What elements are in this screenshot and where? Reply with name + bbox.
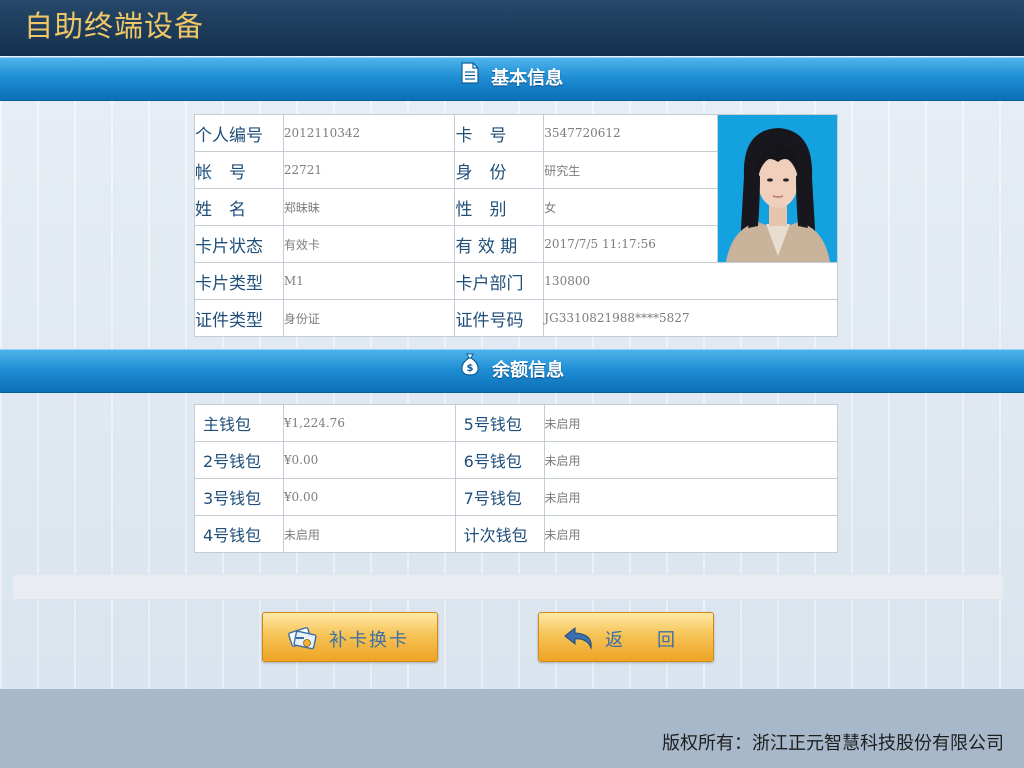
wallet6-label: 6号钱包 [454, 441, 545, 479]
wallet4-value: 未启用 [282, 515, 456, 553]
card-status-label: 卡片状态 [194, 225, 284, 263]
card-swap-icon [287, 624, 317, 657]
table-row: 主钱包 ¥1,224.76 5号钱包 未启用 [194, 404, 839, 442]
wallet5-value: 未启用 [543, 404, 839, 442]
table-row: 3号钱包 ¥0.00 7号钱包 未启用 [194, 478, 839, 516]
id-type-value: 身份证 [282, 299, 456, 337]
gender-value: 女 [543, 188, 718, 226]
gender-label: 性 别 [454, 188, 545, 226]
account-label: 帐 号 [194, 151, 284, 189]
wallet3-label: 3号钱包 [194, 478, 284, 516]
balance-info-header: $ 余额信息 [0, 349, 1024, 393]
main-wallet-value: ¥1,224.76 [282, 404, 456, 442]
card-no-value: 3547720612 [543, 114, 718, 152]
card-no-label: 卡 号 [454, 114, 545, 152]
return-arrow-icon [563, 624, 597, 657]
name-value: 郑昧昧 [282, 188, 456, 226]
personal-no-label: 个人编号 [194, 114, 284, 152]
personal-no-value: 2012110342 [282, 114, 456, 152]
footer: 版权所有：浙江正元智慧科技股份有限公司 [0, 689, 1024, 768]
table-row: 2号钱包 ¥0.00 6号钱包 未启用 [194, 441, 839, 479]
wallet2-label: 2号钱包 [194, 441, 284, 479]
avatar [717, 115, 836, 262]
table-row: 证件类型 身份证 证件号码 JG3310821988****5827 [194, 299, 838, 337]
basic-info-title: 基本信息 [491, 68, 564, 89]
count-wallet-value: 未启用 [543, 515, 839, 553]
document-icon [461, 58, 479, 100]
balance-info-table: 主钱包 ¥1,224.76 5号钱包 未启用 2号钱包 ¥0.00 6号钱包 未… [194, 404, 839, 553]
card-type-label: 卡片类型 [194, 262, 284, 300]
svg-text:$: $ [466, 363, 473, 374]
valid-until-label: 有 效 期 [454, 225, 545, 263]
id-number-label: 证件号码 [454, 299, 545, 337]
top-bar: 自助终端设备 [0, 0, 1024, 56]
copyright-text: 版权所有：浙江正元智慧科技股份有限公司 [662, 733, 1004, 754]
name-label: 姓 名 [194, 188, 284, 226]
wallet2-value: ¥0.00 [282, 441, 456, 479]
wallet5-label: 5号钱包 [454, 404, 545, 442]
id-number-value: JG3310821988****5827 [543, 299, 838, 337]
department-value: 130800 [543, 262, 838, 300]
return-label: 返回 [605, 630, 709, 651]
wallet3-value: ¥0.00 [282, 478, 456, 516]
wallet4-label: 4号钱包 [194, 515, 284, 553]
table-row: 卡片类型 M1 卡户部门 130800 [194, 262, 838, 300]
photo-cell [716, 114, 839, 263]
count-wallet-label: 计次钱包 [454, 515, 545, 553]
basic-info-table: 个人编号 2012110342 卡 号 3547720612 帐 号 22721… [194, 114, 839, 337]
department-label: 卡户部门 [454, 262, 545, 300]
valid-until-value: 2017/7/5 11:17:56 [543, 225, 718, 263]
identity-value: 研究生 [543, 151, 718, 189]
basic-info-header: 基本信息 [0, 57, 1024, 101]
status-strip [12, 574, 1004, 600]
main-wallet-label: 主钱包 [194, 404, 284, 442]
reissue-card-button[interactable]: 补卡换卡 [262, 612, 438, 662]
card-type-value: M1 [282, 262, 456, 300]
money-bag-icon: $ [460, 350, 480, 392]
account-value: 22721 [282, 151, 456, 189]
id-type-label: 证件类型 [194, 299, 284, 337]
table-row: 4号钱包 未启用 计次钱包 未启用 [194, 515, 839, 553]
reissue-card-label: 补卡换卡 [329, 630, 409, 651]
identity-label: 身 份 [454, 151, 545, 189]
wallet7-value: 未启用 [543, 478, 839, 516]
card-status-value: 有效卡 [282, 225, 456, 263]
app-title: 自助终端设备 [24, 9, 205, 43]
balance-info-title: 余额信息 [492, 360, 565, 381]
wallet7-label: 7号钱包 [454, 478, 545, 516]
table-row: 个人编号 2012110342 卡 号 3547720612 [194, 114, 839, 263]
wallet6-value: 未启用 [543, 441, 839, 479]
return-button[interactable]: 返回 [538, 612, 714, 662]
